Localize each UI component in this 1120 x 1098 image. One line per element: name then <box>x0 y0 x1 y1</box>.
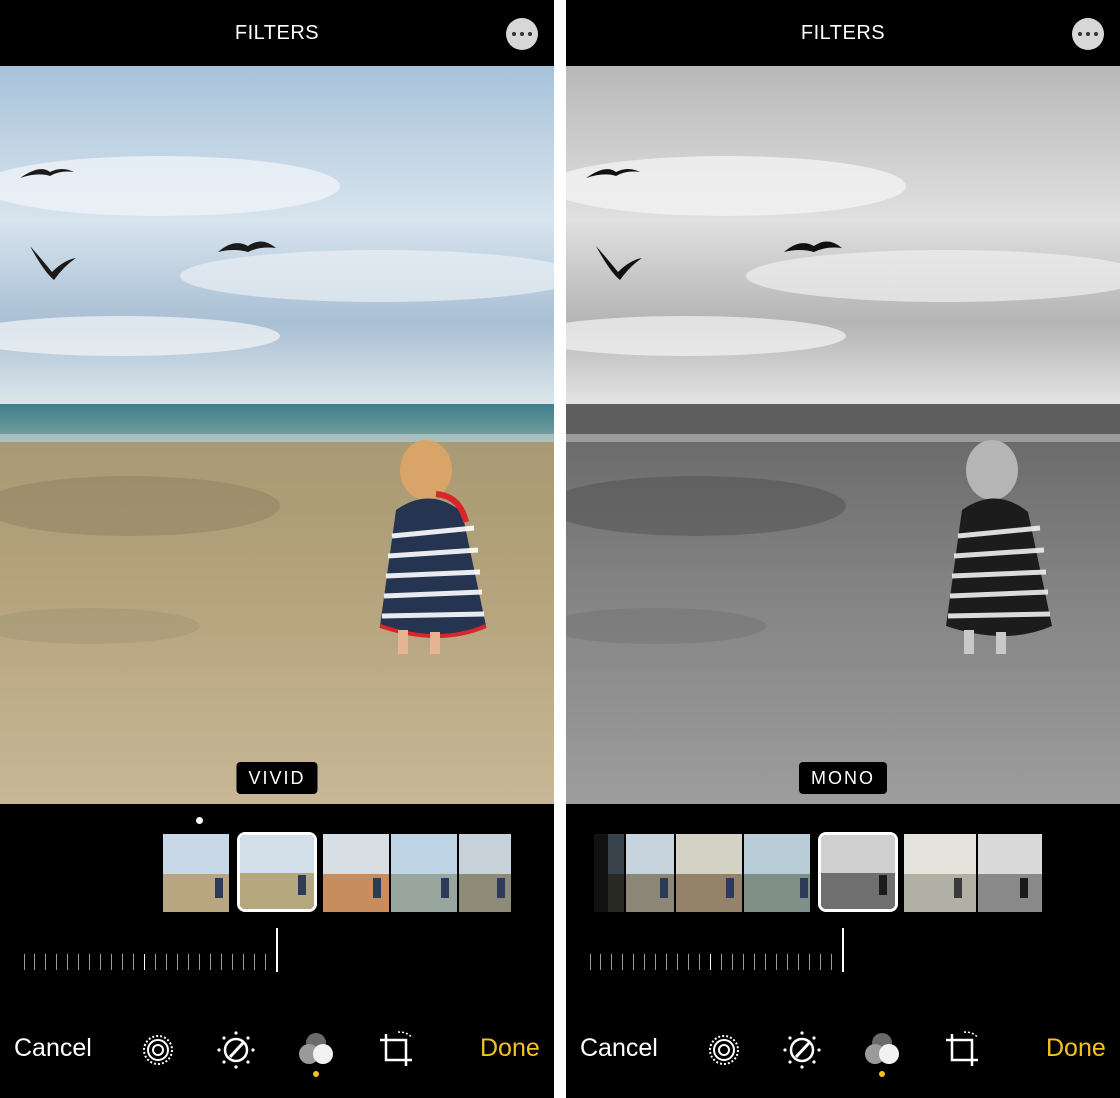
filter-thumb-vivid-warm[interactable] <box>323 834 389 912</box>
page-title: FILTERS <box>800 22 886 44</box>
filter-name-label: MONO <box>799 762 887 794</box>
filter-thumb-noir[interactable] <box>978 834 1042 912</box>
filter-thumb-dramatic[interactable] <box>626 834 674 912</box>
photo-preview[interactable] <box>566 66 1120 804</box>
intensity-ruler[interactable] <box>24 954 280 972</box>
filter-thumb-vivid-cool[interactable] <box>391 834 457 912</box>
photo-preview[interactable] <box>0 66 554 804</box>
cancel-button[interactable]: Cancel <box>580 1034 658 1063</box>
filter-thumb-vivid[interactable] <box>237 832 317 912</box>
filter-thumb-dramatic-warm[interactable] <box>676 834 742 912</box>
editor-screen-vivid: FILTERS VIVID Cancel Done <box>0 0 554 1098</box>
filter-thumb-dramatic-cool[interactable] <box>744 834 810 912</box>
filters-icon[interactable] <box>296 1030 336 1070</box>
intensity-needle[interactable] <box>276 928 278 972</box>
page-title: FILTERS <box>234 22 320 44</box>
more-icon-dot <box>1094 32 1098 36</box>
adjust-icon[interactable] <box>216 1030 256 1070</box>
filter-thumb-original[interactable] <box>163 834 229 912</box>
filters-icon[interactable] <box>862 1030 902 1070</box>
beach-photo <box>566 66 1120 804</box>
crop-rotate-icon[interactable] <box>942 1030 982 1070</box>
adjust-icon[interactable] <box>782 1030 822 1070</box>
done-button[interactable]: Done <box>480 1034 540 1063</box>
intensity-needle[interactable] <box>842 928 844 972</box>
editor-screen-mono: FILTERS MONO Cancel Done <box>566 0 1120 1098</box>
filter-strip[interactable] <box>594 832 1044 912</box>
header: FILTERS <box>0 0 554 66</box>
original-indicator-dot <box>196 817 203 824</box>
filter-name-label: VIVID <box>236 762 318 794</box>
more-button[interactable] <box>1072 18 1104 50</box>
live-icon[interactable] <box>138 1030 178 1070</box>
more-icon-dot <box>528 32 532 36</box>
filter-strip[interactable] <box>163 832 527 912</box>
filter-thumb-dramatic[interactable] <box>459 834 525 912</box>
more-icon-dot <box>520 32 524 36</box>
crop-rotate-icon[interactable] <box>376 1030 416 1070</box>
filter-thumb-silvertone[interactable] <box>904 834 976 912</box>
more-icon <box>512 32 516 36</box>
active-tool-indicator <box>879 1071 885 1077</box>
more-icon-dot <box>1086 32 1090 36</box>
more-icon <box>1078 32 1082 36</box>
filter-thumb-vivid-cool[interactable] <box>594 834 624 912</box>
live-icon[interactable] <box>704 1030 744 1070</box>
filter-thumb-mono[interactable] <box>818 832 898 912</box>
done-button[interactable]: Done <box>1046 1034 1106 1063</box>
beach-photo <box>0 66 554 804</box>
active-tool-indicator <box>313 1071 319 1077</box>
cancel-button[interactable]: Cancel <box>14 1034 92 1063</box>
header: FILTERS <box>566 0 1120 66</box>
intensity-ruler[interactable] <box>590 954 846 972</box>
more-button[interactable] <box>506 18 538 50</box>
